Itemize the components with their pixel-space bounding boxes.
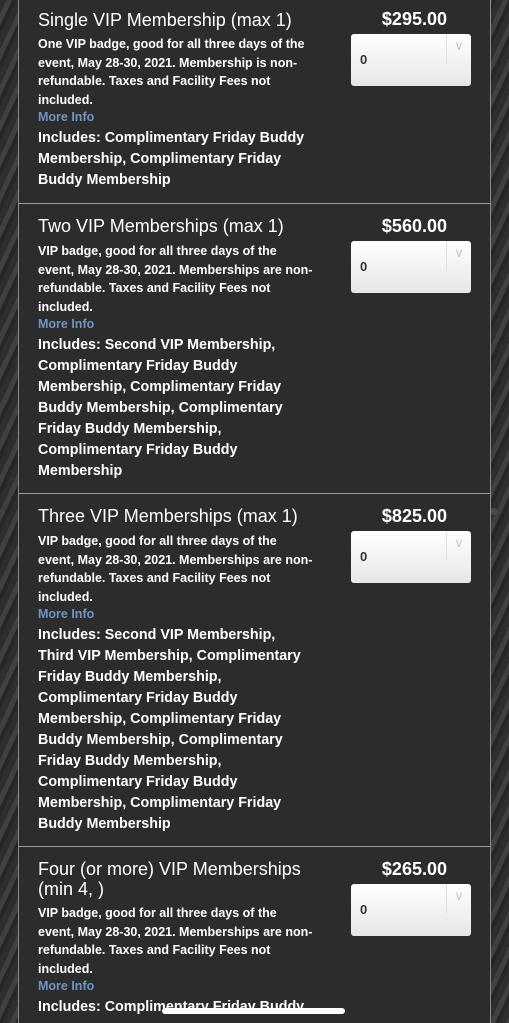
- ticket-price: $560.00: [381, 216, 447, 236]
- ticket-includes: Includes: Second VIP Membership, Third V…: [38, 627, 301, 832]
- ticket-list: Single VIP Membership (max 1) $295.00 0 …: [18, 0, 491, 1023]
- quantity-select[interactable]: 0 ∨: [351, 241, 471, 293]
- more-info-link[interactable]: More Info: [38, 607, 94, 621]
- ticket-price: $825.00: [381, 506, 447, 526]
- ticket-name: Two VIP Memberships (max 1): [38, 216, 284, 236]
- quantity-value: 0: [360, 549, 368, 564]
- ticket-price: $295.00: [381, 9, 447, 29]
- ticket-name: Three VIP Memberships (max 1): [38, 506, 298, 526]
- more-info-link[interactable]: More Info: [38, 317, 94, 331]
- ticket-option: Three VIP Memberships (max 1) $825.00 0 …: [19, 494, 490, 847]
- chevron-down-icon: ∨: [446, 34, 471, 64]
- ticket-description: VIP badge, good for all three days of th…: [38, 906, 313, 976]
- more-info-link[interactable]: More Info: [38, 110, 94, 124]
- quantity-value: 0: [360, 902, 368, 917]
- ticket-description: VIP badge, good for all three days of th…: [38, 534, 313, 604]
- chevron-down-icon: ∨: [446, 884, 471, 914]
- chevron-down-icon: ∨: [446, 531, 471, 561]
- ticket-name: Single VIP Membership (max 1): [38, 10, 292, 30]
- home-indicator[interactable]: [162, 1008, 345, 1014]
- ticket-name: Four (or more) VIP Memberships (min 4, ): [38, 859, 301, 899]
- ticket-option: Single VIP Membership (max 1) $295.00 0 …: [19, 0, 490, 204]
- quantity-select[interactable]: 0 ∨: [351, 34, 471, 86]
- ticket-option: Two VIP Memberships (max 1) $560.00 0 ∨ …: [19, 204, 490, 494]
- quantity-select[interactable]: 0 ∨: [351, 531, 471, 583]
- chevron-down-icon: ∨: [446, 241, 471, 271]
- quantity-value: 0: [360, 259, 368, 274]
- quantity-select[interactable]: 0 ∨: [351, 884, 471, 936]
- ticket-includes: Includes: Second VIP Membership, Complim…: [38, 337, 283, 479]
- ticket-includes: Includes: Complimentary Friday Buddy Mem…: [38, 130, 305, 188]
- ticket-description: VIP badge, good for all three days of th…: [38, 244, 313, 314]
- quantity-value: 0: [360, 52, 368, 67]
- ticket-description: One VIP badge, good for all three days o…: [38, 37, 305, 107]
- ticket-price: $265.00: [381, 859, 447, 879]
- more-info-link[interactable]: More Info: [38, 979, 94, 993]
- ticket-option: Four (or more) VIP Memberships (min 4, )…: [19, 847, 490, 1023]
